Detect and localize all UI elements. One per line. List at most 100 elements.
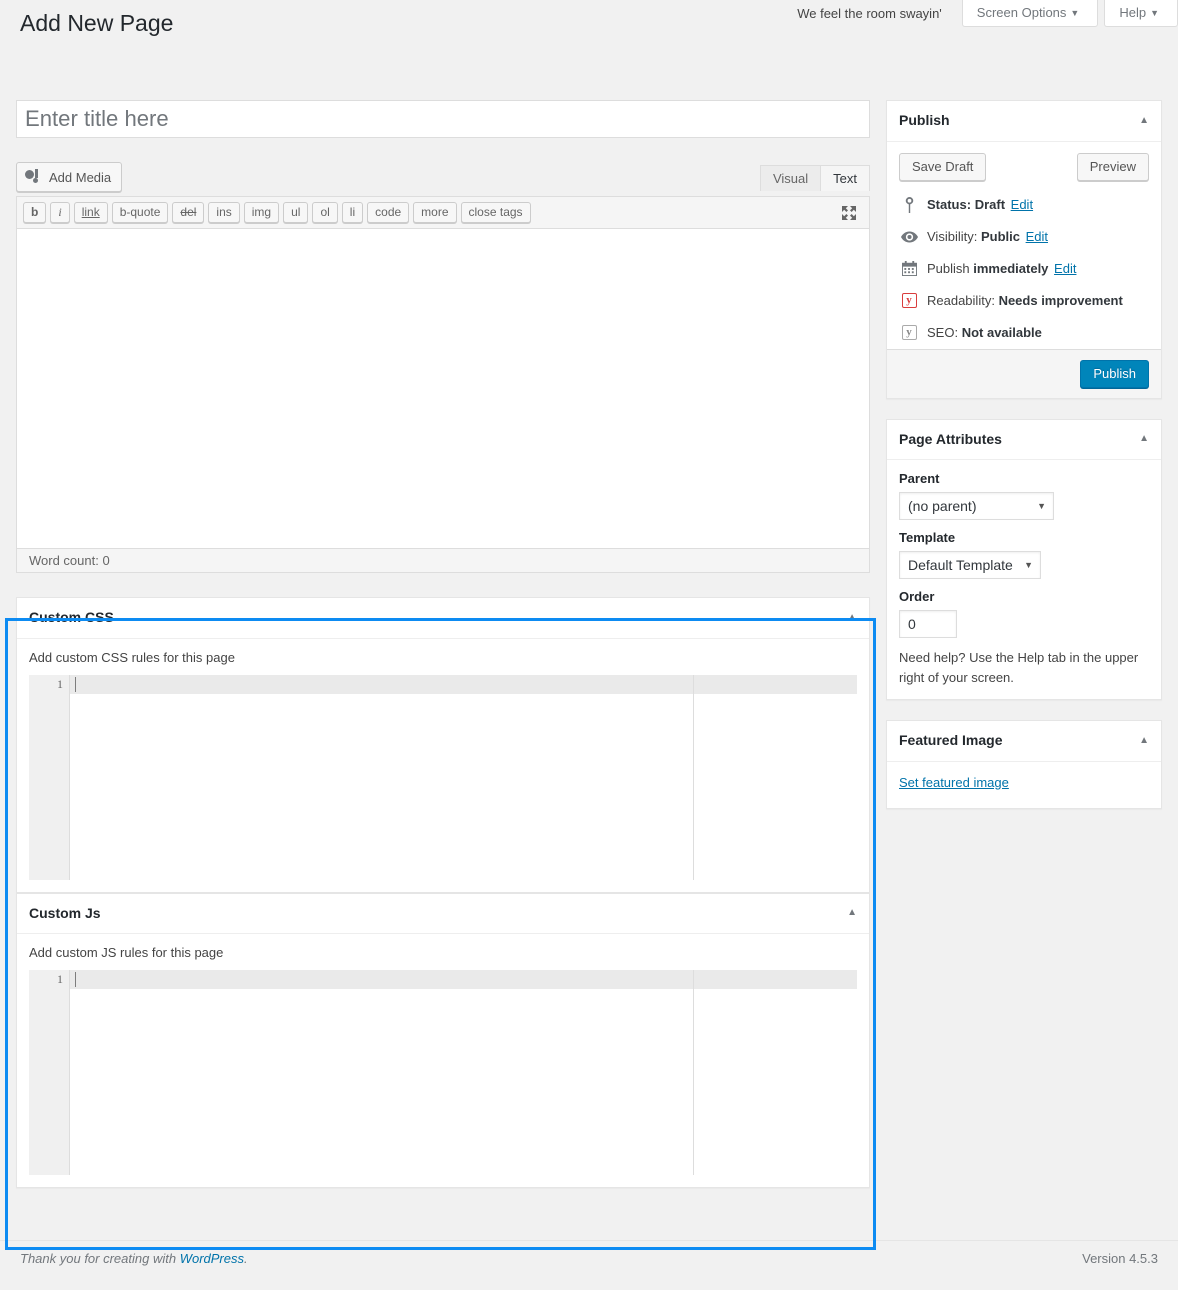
- status-row: Status: Draft Edit: [899, 189, 1149, 221]
- custom-js-title: Custom Js: [29, 904, 101, 921]
- eye-icon: [899, 227, 919, 247]
- collapse-icon[interactable]: ▲: [1139, 115, 1149, 126]
- visibility-edit-link[interactable]: Edit: [1026, 229, 1048, 244]
- custom-css-title: Custom CSS: [29, 609, 114, 625]
- active-line-highlight: [29, 674, 857, 694]
- featured-image-title: Featured Image: [899, 732, 1003, 749]
- schedule-edit-link[interactable]: Edit: [1054, 261, 1076, 276]
- active-line-highlight: [29, 970, 857, 990]
- footer-thanks: Thank you for creating with WordPress.: [20, 1251, 248, 1266]
- sidebar-column: Publish ▲ Save Draft Preview Status: Dra…: [886, 100, 1162, 829]
- template-selected-value: Default Template: [908, 557, 1013, 574]
- set-featured-image-link[interactable]: Set featured image: [899, 773, 1009, 796]
- visibility-text: Visibility: Public Edit: [927, 229, 1048, 244]
- seo-label: SEO:: [927, 325, 959, 341]
- fullscreen-icon[interactable]: [839, 203, 859, 223]
- template-label: Template: [899, 530, 956, 546]
- page-attributes-help-text: Need help? Use the Help tab in the upper…: [899, 650, 1139, 685]
- media-icon: [25, 169, 43, 185]
- quicktag-ol-button[interactable]: ol: [312, 202, 338, 223]
- tab-text[interactable]: Text: [820, 165, 870, 191]
- seo-text: SEO: Not available: [927, 325, 1042, 340]
- post-body-content: Add Media Visual Text b i link b-quote d…: [16, 100, 870, 1189]
- parent-selected-value: (no parent): [908, 498, 977, 515]
- quicktag-bquote-button[interactable]: b-quote: [111, 202, 169, 223]
- custom-css-postbox: Custom CSS ▲ Add custom CSS rules for th…: [16, 597, 870, 893]
- custom-js-header[interactable]: Custom Js ▲: [17, 894, 869, 935]
- featured-image-header[interactable]: Featured Image ▲: [887, 721, 1161, 762]
- text-cursor: [75, 972, 76, 988]
- publishing-actions: Publish: [887, 348, 1161, 398]
- preview-button[interactable]: Preview: [1076, 152, 1149, 181]
- status-edit-link[interactable]: Edit: [1011, 197, 1033, 212]
- quicktag-ins-button[interactable]: ins: [208, 202, 240, 223]
- post-title-input[interactable]: [25, 106, 861, 132]
- readability-value: Needs improvement: [998, 293, 1123, 309]
- order-label: Order: [899, 589, 935, 605]
- status-value: Draft: [974, 197, 1006, 213]
- custom-js-body: Add custom JS rules for this page 1: [17, 945, 869, 1187]
- footer-thanks-prefix: Thank you for creating with: [20, 1251, 180, 1266]
- parent-select[interactable]: (no parent) ▼: [899, 492, 1054, 521]
- add-media-label: Add Media: [49, 169, 112, 185]
- page-attributes-postbox: Page Attributes ▲ Parent (no parent) ▼ T…: [886, 418, 1162, 701]
- schedule-label: Publish: [927, 261, 970, 277]
- footer-thanks-suffix: .: [244, 1251, 248, 1266]
- quicktag-del-button[interactable]: del: [172, 202, 205, 223]
- collapse-icon[interactable]: ▲: [1139, 434, 1149, 444]
- publish-button[interactable]: Publish: [1080, 359, 1149, 388]
- admin-page-wrap: Add New Page: [0, 0, 1178, 42]
- publish-postbox: Publish ▲ Save Draft Preview Status: Dra…: [886, 100, 1162, 399]
- order-input[interactable]: [899, 610, 957, 639]
- media-buttons: Add Media: [16, 162, 123, 192]
- page-attributes-header[interactable]: Page Attributes ▲: [887, 420, 1161, 461]
- chevron-down-icon: ▼: [1037, 501, 1046, 512]
- admin-footer: Thank you for creating with WordPress. V…: [0, 1240, 1178, 1276]
- quicktag-close-tags-button[interactable]: close tags: [460, 202, 531, 223]
- schedule-row: Publish immediately Edit: [899, 253, 1149, 285]
- quicktag-more-button[interactable]: more: [413, 202, 457, 223]
- gutter: 1: [29, 674, 70, 880]
- yoast-red-badge: y: [901, 293, 917, 309]
- pin-icon: [899, 195, 919, 215]
- print-margin-ruler: [693, 970, 694, 1176]
- custom-js-description: Add custom JS rules for this page: [29, 945, 224, 961]
- post-title-wrap[interactable]: [16, 100, 870, 138]
- text-cursor: [75, 676, 76, 692]
- quicktag-img-button[interactable]: img: [243, 202, 280, 223]
- quicktag-link-button[interactable]: link: [73, 202, 108, 223]
- editor-mode-tabs: Visual Text: [759, 165, 870, 191]
- quicktag-bold-button[interactable]: b: [23, 202, 47, 223]
- publish-header[interactable]: Publish ▲: [887, 101, 1161, 142]
- collapse-icon[interactable]: ▲: [847, 612, 857, 623]
- collapse-icon[interactable]: ▲: [1139, 735, 1149, 746]
- content-textarea[interactable]: [16, 229, 870, 549]
- template-select[interactable]: Default Template ▼: [899, 551, 1041, 580]
- tab-visual[interactable]: Visual: [759, 165, 822, 191]
- page-title: Add New Page: [20, 10, 174, 36]
- custom-css-code-editor[interactable]: 1: [29, 674, 857, 880]
- quicktag-code-button[interactable]: code: [367, 202, 410, 223]
- collapse-icon[interactable]: ▲: [847, 908, 857, 918]
- publish-title: Publish: [899, 112, 950, 128]
- add-media-button[interactable]: Add Media: [16, 162, 123, 192]
- custom-js-code-editor[interactable]: 1: [29, 970, 857, 1176]
- quicktag-ul-button[interactable]: ul: [283, 202, 309, 223]
- custom-css-header[interactable]: Custom CSS ▲: [17, 598, 869, 639]
- visibility-label: Visibility:: [927, 229, 978, 245]
- word-count-statusbar: Word count: 0: [16, 549, 870, 573]
- page-attributes-body: Parent (no parent) ▼ Template Default Te…: [887, 471, 1161, 699]
- yoast-gray-badge: y: [901, 325, 917, 341]
- draft-actions: Save Draft Preview: [899, 152, 1149, 189]
- readability-row: y Readability: Needs improvement: [899, 285, 1149, 317]
- quicktag-italic-button[interactable]: i: [50, 202, 70, 223]
- save-draft-button[interactable]: Save Draft: [899, 152, 987, 181]
- yoast-seo-icon: y: [899, 323, 919, 343]
- schedule-text: Publish immediately Edit: [927, 261, 1076, 276]
- quicktag-li-button[interactable]: li: [341, 202, 364, 223]
- parent-label: Parent: [899, 471, 940, 487]
- visibility-row: Visibility: Public Edit: [899, 221, 1149, 253]
- wordpress-link[interactable]: WordPress: [180, 1251, 244, 1266]
- chevron-down-icon: ▼: [1024, 560, 1033, 571]
- custom-css-body: Add custom CSS rules for this page 1: [17, 650, 869, 892]
